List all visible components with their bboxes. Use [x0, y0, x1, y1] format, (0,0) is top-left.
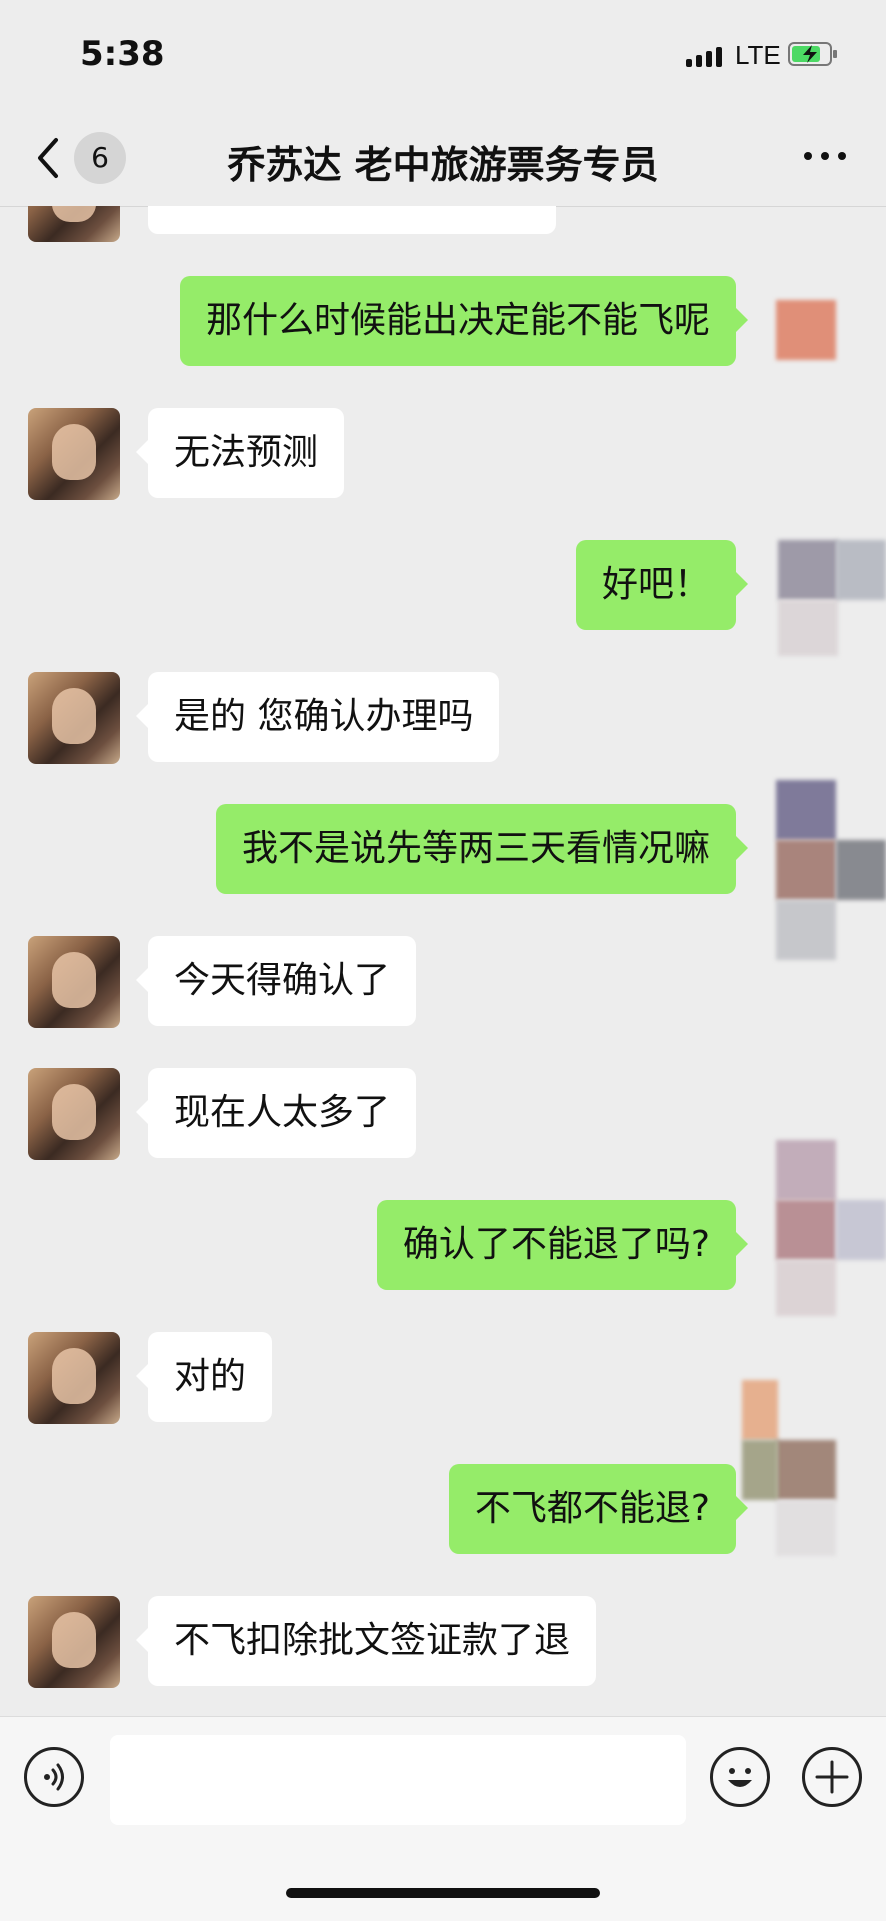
network-label: LTE [735, 40, 781, 70]
emoji-icon[interactable] [710, 1747, 770, 1807]
voice-icon[interactable] [24, 1747, 84, 1807]
signal-icon [686, 47, 722, 67]
blurred-avatar-mosaic [836, 840, 886, 900]
blurred-avatar-mosaic [742, 1380, 778, 1440]
blurred-avatar-mosaic [776, 900, 836, 960]
message-bubble-partial [148, 206, 556, 234]
blurred-avatar-mosaic [776, 1440, 836, 1500]
home-indicator [286, 1888, 600, 1898]
contact-avatar[interactable] [28, 206, 120, 242]
blurred-avatar-mosaic [836, 540, 886, 600]
message-list[interactable]: 那什么时候能出决定能不能飞呢 无法预测 好吧！ 是的 您确认办理吗 我不是说先等… [0, 206, 886, 1716]
blurred-avatar-mosaic [776, 300, 836, 360]
message-bubble-incoming[interactable]: 不飞扣除批文签证款了退 [135, 1596, 597, 1686]
message-bubble-incoming[interactable]: 现在人太多了 [135, 1068, 417, 1158]
contact-avatar[interactable] [28, 1068, 120, 1160]
message-bubble-incoming[interactable]: 今天得确认了 [135, 936, 417, 1026]
message-bubble-incoming[interactable]: 是的 您确认办理吗 [135, 672, 500, 762]
plus-icon[interactable] [802, 1747, 862, 1807]
message-input[interactable] [110, 1735, 686, 1825]
status-time: 5:38 [80, 34, 165, 74]
contact-avatar[interactable] [28, 1596, 120, 1688]
blurred-avatar-mosaic [776, 840, 836, 900]
blurred-avatar-mosaic [776, 780, 836, 840]
message-bubble-outgoing[interactable]: 那什么时候能出决定能不能飞呢 [179, 276, 749, 366]
blurred-avatar-mosaic [836, 1200, 886, 1260]
message-bubble-incoming[interactable]: 对的 [135, 1332, 273, 1422]
chat-title: 乔苏达 老中旅游票务专员 [227, 143, 659, 187]
blurred-avatar-mosaic [778, 540, 838, 600]
message-bubble-outgoing[interactable]: 我不是说先等两三天看情况嘛 [215, 804, 749, 894]
contact-avatar[interactable] [28, 672, 120, 764]
blurred-avatar-mosaic [778, 600, 838, 656]
status-bar: 5:38 LTE [0, 0, 886, 110]
blurred-avatar-mosaic [776, 1200, 836, 1260]
blurred-avatar-mosaic [776, 1260, 836, 1316]
message-bubble-outgoing[interactable]: 不飞都不能退? [448, 1464, 749, 1554]
battery-icon [788, 42, 837, 66]
blurred-avatar-mosaic [776, 1140, 836, 1200]
contact-avatar[interactable] [28, 936, 120, 1028]
contact-avatar[interactable] [28, 1332, 120, 1424]
message-bubble-incoming[interactable]: 无法预测 [135, 408, 345, 498]
contact-avatar[interactable] [28, 408, 120, 500]
message-bubble-outgoing[interactable]: 好吧！ [575, 540, 749, 630]
blurred-avatar-mosaic [776, 1500, 836, 1556]
blurred-avatar-mosaic [742, 1440, 778, 1500]
message-bubble-outgoing[interactable]: 确认了不能退了吗? [376, 1200, 749, 1290]
